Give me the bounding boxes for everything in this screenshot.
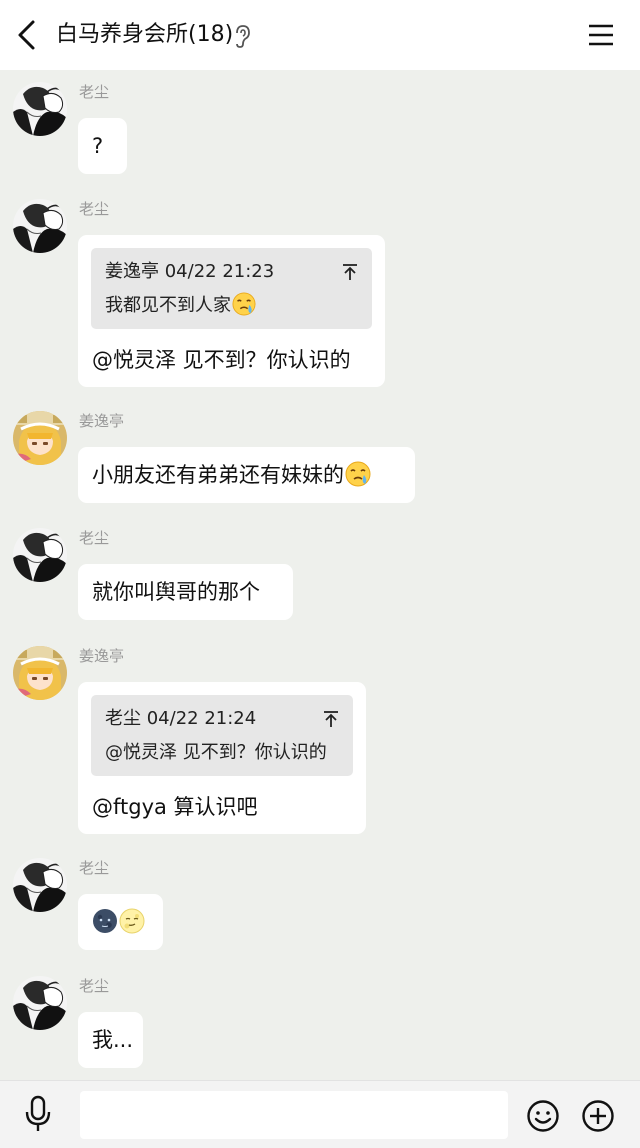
quote-author-time: 老尘 04/22 21:24	[105, 708, 257, 729]
sender-name: 姜逸亭	[79, 647, 125, 665]
chat-title: 白马养身会所(18)	[56, 22, 234, 47]
crying-face-icon	[232, 292, 256, 316]
back-chevron-icon[interactable]	[16, 19, 38, 51]
message-input[interactable]	[80, 1091, 508, 1139]
hamburger-menu-icon[interactable]	[586, 21, 616, 49]
input-bar	[0, 1080, 640, 1148]
message-bubble[interactable]: ?	[78, 118, 127, 174]
message-bubble[interactable]: 老尘 04/22 21:24 @悦灵泽 见不到？你认识的 @ftgya 算认识吧	[78, 682, 366, 834]
sender-name: 老尘	[79, 859, 110, 877]
quote-text: @悦灵泽 见不到？你认识的	[105, 742, 327, 763]
message-bubble[interactable]: 姜逸亭 04/22 21:23 我都见不到人家 @悦灵泽 见不到？你认识的	[78, 235, 385, 387]
pin-to-top-icon[interactable]	[342, 263, 358, 281]
microphone-icon[interactable]	[24, 1095, 52, 1133]
avatar[interactable]	[13, 646, 67, 700]
new-moon-face-icon	[92, 908, 118, 934]
message-bubble[interactable]: 小朋友还有弟弟还有妹妹的	[78, 447, 415, 503]
message-text: 我...	[92, 1028, 134, 1052]
message-text: @悦灵泽 见不到？你认识的	[92, 348, 351, 372]
smiley-icon[interactable]	[526, 1099, 560, 1133]
quoted-message[interactable]: 姜逸亭 04/22 21:23 我都见不到人家	[91, 248, 372, 329]
ear-icon	[232, 24, 252, 48]
message-text: 就你叫舆哥的那个	[92, 580, 260, 604]
full-moon-face-icon	[119, 908, 145, 934]
avatar[interactable]	[13, 411, 67, 465]
avatar[interactable]	[13, 528, 67, 582]
message-bubble[interactable]	[78, 894, 163, 950]
quote-text: 我都见不到人家	[105, 294, 358, 318]
avatar[interactable]	[13, 199, 67, 253]
message-text: ?	[92, 134, 104, 158]
avatar[interactable]	[13, 976, 67, 1030]
pin-to-top-icon[interactable]	[323, 710, 339, 728]
avatar[interactable]	[13, 858, 67, 912]
message-bubble[interactable]: 我...	[78, 1012, 143, 1068]
sender-name: 老尘	[79, 529, 110, 547]
sender-name: 老尘	[79, 83, 110, 101]
sender-name: 姜逸亭	[79, 412, 125, 430]
message-bubble[interactable]: 就你叫舆哥的那个	[78, 564, 293, 620]
avatar[interactable]	[13, 82, 67, 136]
quote-author-time: 姜逸亭 04/22 21:23	[105, 261, 275, 282]
message-text: @ftgya 算认识吧	[92, 795, 258, 819]
message-text: 小朋友还有弟弟还有妹妹的	[92, 463, 344, 487]
top-bar: 白马养身会所(18)	[0, 0, 640, 70]
crying-face-icon	[345, 461, 371, 487]
sender-name: 老尘	[79, 200, 110, 218]
sender-name: 老尘	[79, 977, 110, 995]
quoted-message[interactable]: 老尘 04/22 21:24 @悦灵泽 见不到？你认识的	[91, 695, 353, 776]
message-list[interactable]: 老尘 ? 老尘 姜逸亭 04/22 21:23 我都见不到人家 @悦灵泽 见不到…	[0, 70, 640, 1080]
plus-circle-icon[interactable]	[581, 1099, 615, 1133]
